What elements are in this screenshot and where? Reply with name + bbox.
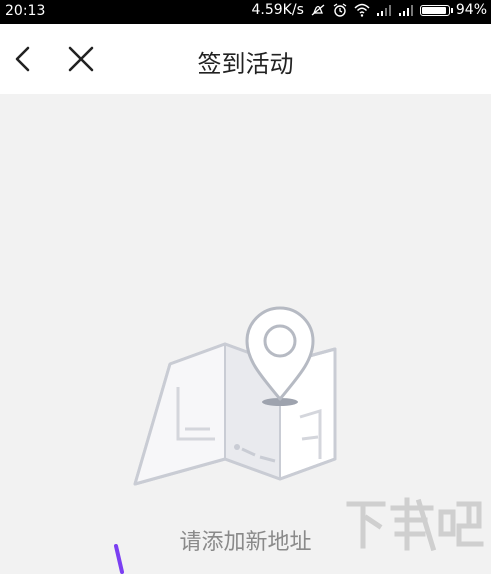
wifi-icon	[354, 3, 370, 17]
status-time: 20:13	[5, 3, 46, 19]
pen-stroke-mark	[114, 544, 124, 574]
signal-icon	[398, 5, 413, 16]
battery-fill	[421, 6, 447, 14]
status-right-group: 4.59K/s 94%	[252, 2, 488, 18]
battery-icon	[419, 4, 453, 16]
empty-state: 请添加新地址	[0, 94, 491, 574]
signal-icon	[376, 5, 391, 16]
watermark-logo	[346, 497, 484, 552]
page-title: 签到活动	[197, 50, 294, 78]
status-bar: 20:13 4.59K/s 94%	[0, 0, 491, 24]
mute-icon	[311, 4, 325, 16]
alarm-icon	[333, 3, 347, 17]
network-speed: 4.59K/s	[251, 2, 304, 18]
battery-percent: 94%	[455, 2, 487, 18]
nav-bar: 签到活动	[0, 24, 491, 94]
map-pin-icon	[133, 306, 337, 486]
